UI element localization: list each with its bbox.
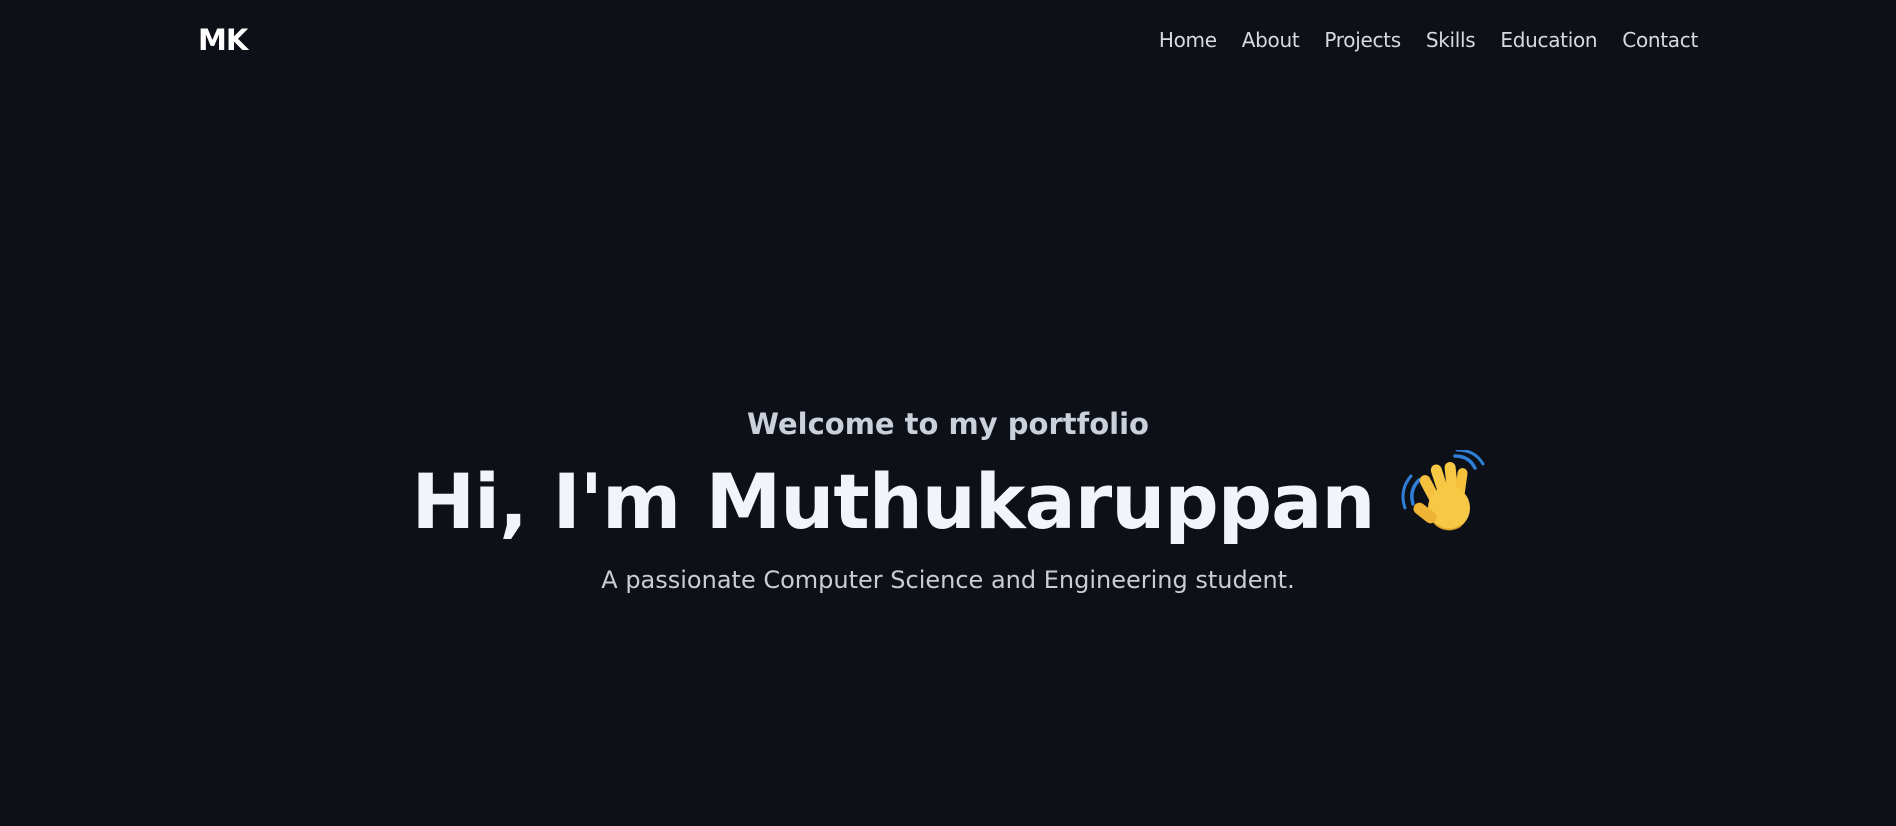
navbar: MK Home About Projects Skills Education …: [0, 0, 1896, 80]
nav-link-education[interactable]: Education: [1500, 26, 1597, 54]
nav-link-home[interactable]: Home: [1159, 26, 1217, 54]
logo[interactable]: MK: [198, 21, 248, 59]
hero-eyebrow: Welcome to my portfolio: [747, 407, 1149, 441]
nav-link-contact[interactable]: Contact: [1622, 26, 1698, 54]
portfolio-page: MK Home About Projects Skills Education …: [0, 0, 1896, 826]
hero-section: Welcome to my portfolio Hi, I'm Muthukar…: [0, 398, 1896, 600]
nav-link-about[interactable]: About: [1242, 26, 1300, 54]
nav-link-projects[interactable]: Projects: [1324, 26, 1401, 54]
waving-hand-icon: [1401, 450, 1485, 531]
nav-links: Home About Projects Skills Education Con…: [1159, 26, 1698, 54]
nav-link-skills[interactable]: Skills: [1426, 26, 1476, 54]
hero-tagline: A passionate Computer Science and Engine…: [601, 566, 1295, 594]
hero-headline: Hi, I'm Muthukaruppan: [0, 450, 1896, 552]
hero-headline-text: Hi, I'm Muthukaruppan: [411, 457, 1375, 546]
